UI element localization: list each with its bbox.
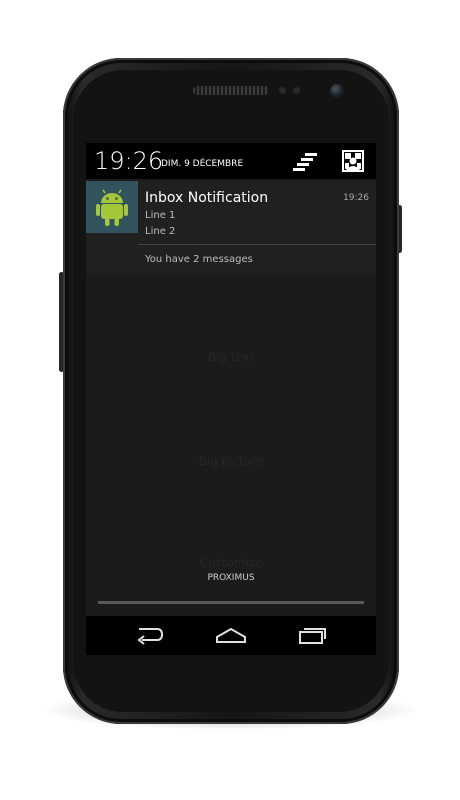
front-camera [330,84,344,98]
notification-card[interactable]: Inbox Notification 19:26 Line 1 Line 2 Y… [86,181,376,275]
android-robot-icon [96,189,128,226]
background-button-big-text: Big text [207,350,255,364]
notification-summary: You have 2 messages [145,254,253,265]
home-icon[interactable] [214,625,248,645]
notification-line: Line 1 [145,210,176,221]
notification-app-icon [86,181,138,233]
status-clock: 19:26 [94,147,164,175]
screen: 19:26 DIM. 9 DÉCEMBRE Inbox Notification… [86,143,376,655]
background-button-big-picture: Big picture [198,454,264,468]
notification-title: Inbox Notification [145,190,269,206]
shade-drag-handle[interactable] [98,601,364,604]
background-button-customize: Customize [199,556,263,570]
notification-divider [138,244,376,245]
navigation-bar [86,616,376,655]
status-date: DIM. 9 DÉCEMBRE [161,159,244,169]
proximity-sensor [279,87,286,94]
notification-line: Line 2 [145,226,176,237]
quick-settings-icon[interactable] [293,152,317,172]
back-icon[interactable] [133,625,167,645]
earpiece-speaker [193,86,269,95]
carrier-label: PROXIMUS [207,573,255,583]
status-bar: 19:26 DIM. 9 DÉCEMBRE [86,143,376,179]
light-sensor [293,87,300,94]
notification-time: 19:26 [343,193,369,203]
user-profile-icon[interactable] [342,150,364,172]
recent-apps-icon[interactable] [295,625,329,645]
